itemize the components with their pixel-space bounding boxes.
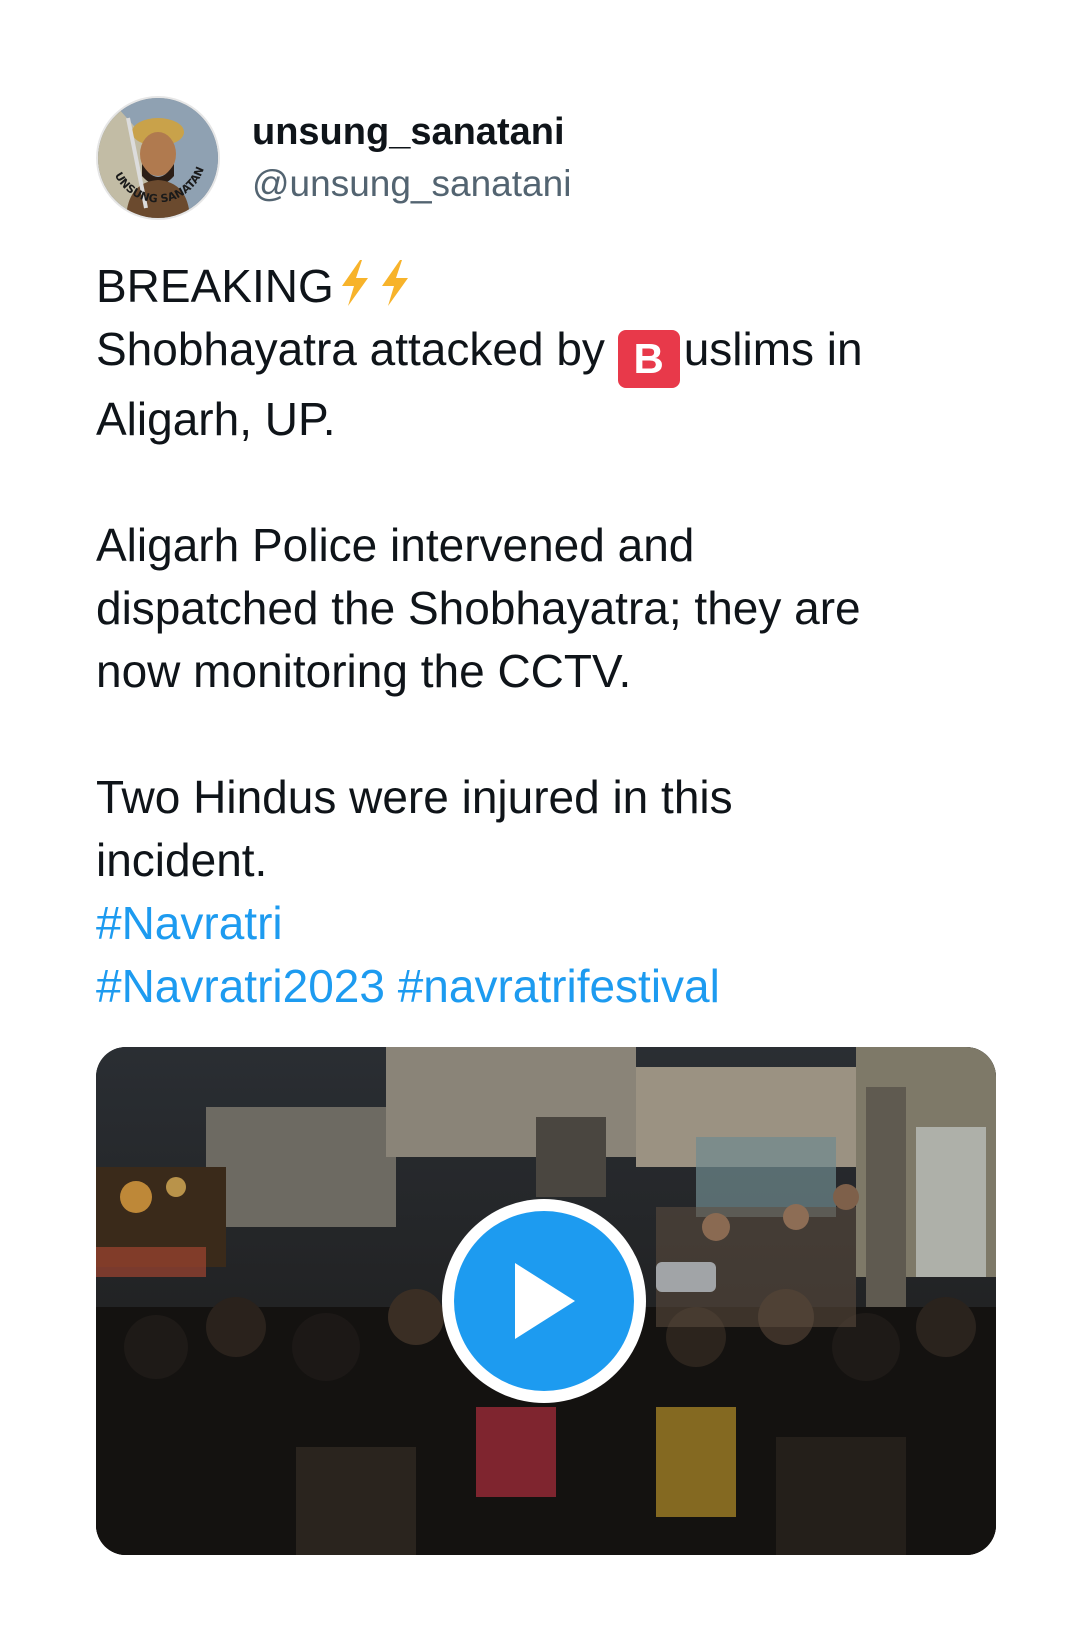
hashtag-line: #Navratri	[96, 892, 996, 955]
user-handle[interactable]: @unsung_sanatani	[252, 158, 571, 210]
tweet-header: UNSUNG SANATANI unsung_sanatani @unsung_…	[96, 96, 571, 220]
hashtag-link[interactable]: #Navratri	[96, 897, 283, 949]
tweet-line: now monitoring the CCTV.	[96, 645, 632, 697]
tweet-line: dispatched the Shobhayatra; they are	[96, 582, 861, 634]
tweet-line: Aligarh Police intervened and	[96, 519, 695, 571]
breaking-text: BREAKING	[96, 260, 334, 312]
tweet-card: UNSUNG SANATANI unsung_sanatani @unsung_…	[0, 0, 1080, 1637]
tweet-line: incident.	[96, 834, 268, 886]
lightning-icon	[381, 260, 408, 306]
hashtag-link[interactable]: #navratrifestival	[398, 960, 720, 1012]
tweet-line: Two Hindus were injured in this	[96, 771, 733, 823]
avatar[interactable]: UNSUNG SANATANI	[96, 96, 220, 220]
author-names: unsung_sanatani @unsung_sanatani	[252, 106, 571, 210]
b-letter-icon: B	[617, 330, 680, 388]
hashtag-line: #Navratri2023 #navratrifestival	[96, 955, 996, 1018]
lightning-icon	[341, 260, 368, 306]
tweet-text-segment: uslims in	[683, 323, 863, 375]
play-button[interactable]	[442, 1199, 646, 1403]
tweet-body: BREAKING Shobhayatra attacked by Buslims…	[96, 255, 996, 1018]
play-icon	[454, 1211, 634, 1391]
video-thumbnail[interactable]	[96, 1047, 996, 1555]
tweet-line: BREAKING	[96, 255, 996, 318]
tweet-text-segment: Shobhayatra attacked by	[96, 323, 618, 375]
display-name[interactable]: unsung_sanatani	[252, 106, 571, 158]
hashtag-link[interactable]: #Navratri2023	[96, 960, 385, 1012]
tweet-line: Shobhayatra attacked by Buslims in	[96, 318, 996, 388]
tweet-line: Aligarh, UP.	[96, 393, 336, 445]
